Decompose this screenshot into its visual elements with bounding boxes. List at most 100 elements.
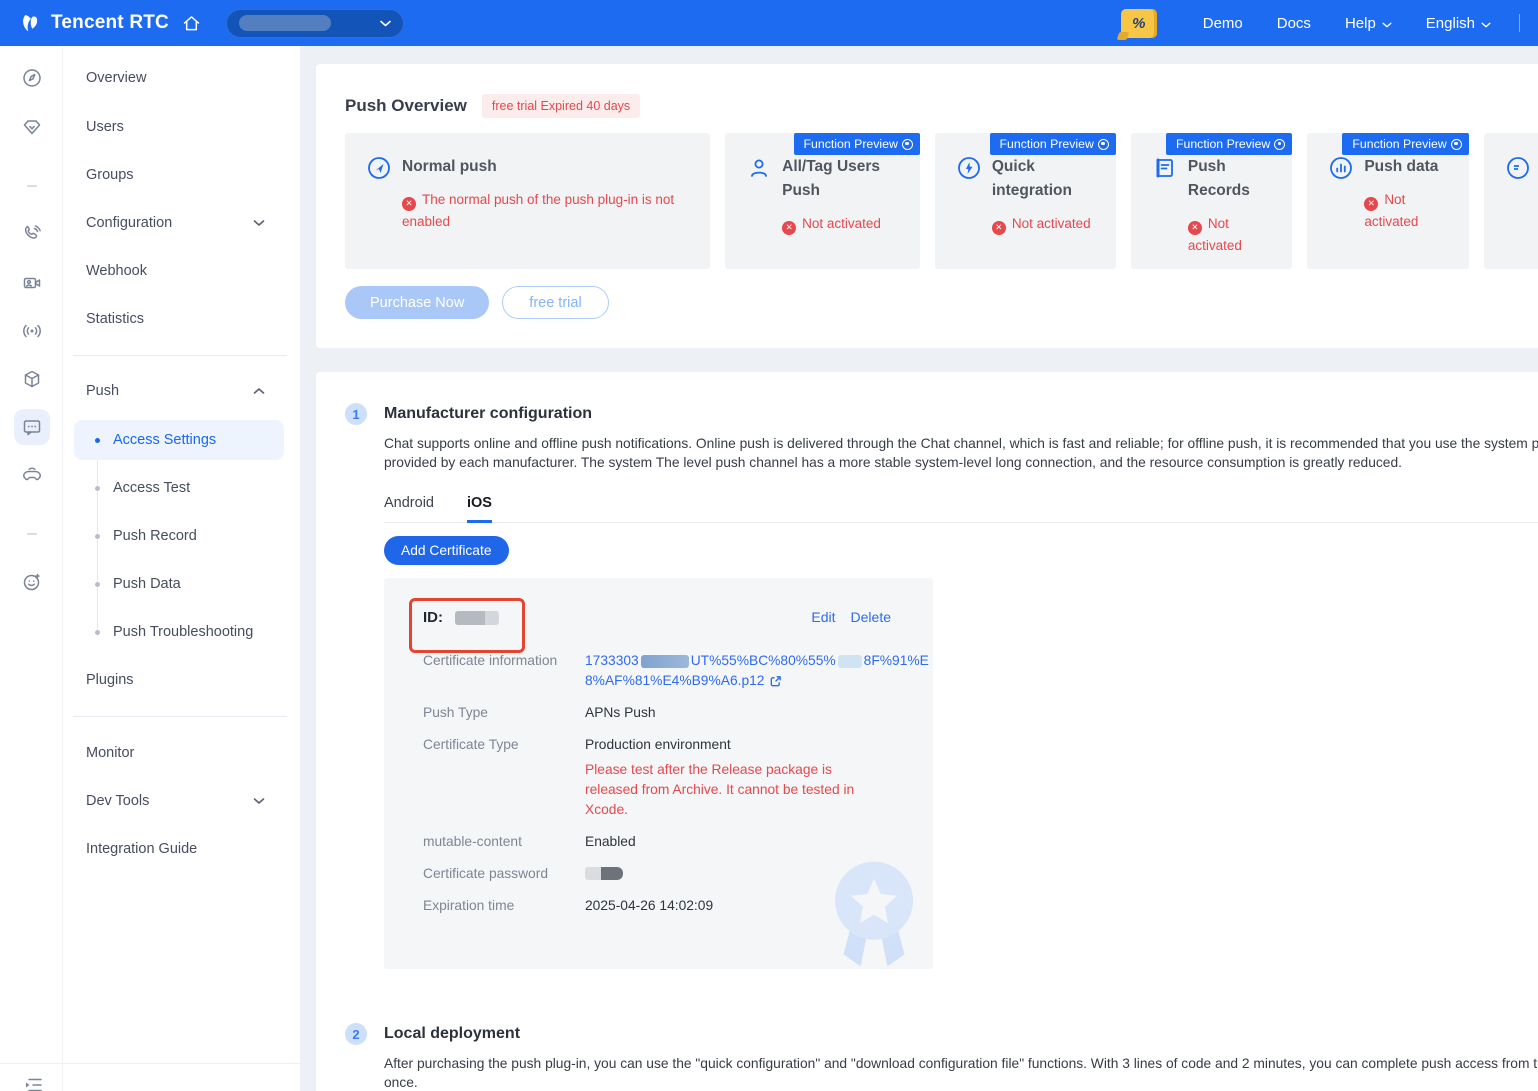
compass-icon[interactable] (19, 65, 45, 91)
sidebar-item-integration-guide[interactable]: Integration Guide (63, 833, 300, 865)
step-number: 1 (345, 403, 367, 425)
link-text: UT%55%BC%80%55% (691, 651, 836, 671)
rail-footer-divider (0, 1063, 300, 1064)
nav-language[interactable]: English (1426, 15, 1491, 32)
smiley-icon[interactable] (19, 569, 45, 595)
records-icon (1153, 156, 1177, 180)
home-icon[interactable] (181, 13, 202, 34)
feature-card-title: All/Tag Users Push (782, 155, 902, 203)
sidebar-item-users[interactable]: Users (63, 111, 300, 143)
description-line: provided by each manufacturer. The syste… (384, 453, 1538, 472)
trial-expired-badge: free trial Expired 40 days (482, 94, 640, 118)
description-line: Chat supports online and offline push no… (384, 434, 1538, 453)
topbar-divider (1519, 14, 1520, 32)
row-label: Expiration time (423, 896, 585, 916)
gem-icon[interactable] (19, 114, 45, 140)
error-icon: ✕ (402, 197, 416, 211)
sidebar-item-label: Overview (86, 70, 146, 86)
sidebar-item-push-troubleshooting[interactable]: Push Troubleshooting (63, 616, 300, 648)
sidebar-item-webhook[interactable]: Webhook (63, 255, 300, 287)
redacted-blur (641, 655, 689, 668)
certificate-file-link[interactable]: 1733303 UT%55%BC%80%55% 8F%91%E 8%AF%81%… (585, 651, 929, 691)
sidebar-item-label: Push Data (113, 576, 181, 592)
nav-help[interactable]: Help (1345, 15, 1392, 32)
rail-divider (27, 185, 37, 187)
bullet-icon (95, 582, 100, 587)
certificate-medal-watermark (813, 847, 935, 969)
error-icon: ✕ (992, 221, 1006, 235)
cube-icon[interactable] (19, 366, 45, 392)
sidebar-item-access-settings[interactable]: Access Settings (63, 424, 300, 456)
row-value: Enabled (585, 832, 636, 852)
gamepad-icon[interactable] (19, 462, 45, 488)
sidebar-item-push-data[interactable]: Push Data (63, 568, 300, 600)
redacted-certificate-id (455, 611, 485, 625)
collapse-sidebar-icon[interactable] (21, 1072, 47, 1091)
sidebar-item-label: Access Settings (113, 432, 216, 448)
feature-card-all-tag-users: Function Preview All/Tag Users Push ✕Not… (725, 133, 920, 269)
nav-docs[interactable]: Docs (1277, 15, 1311, 32)
function-preview-ribbon[interactable]: Function Preview (794, 133, 920, 155)
sidebar-item-push-record[interactable]: Push Record (63, 520, 300, 552)
row-label: Certificate password (423, 864, 585, 884)
live-broadcast-icon[interactable] (19, 318, 45, 344)
sidebar-item-label: Monitor (86, 745, 134, 761)
sidebar-item-access-test[interactable]: Access Test (63, 472, 300, 504)
step-local-deployment: 2 Local deployment After purchasing the … (345, 1023, 1538, 1091)
purchase-now-button[interactable]: Purchase Now (345, 286, 489, 319)
status-text: Not activated (802, 216, 881, 231)
lightning-icon (957, 156, 981, 180)
bullet-icon (95, 486, 100, 491)
chevron-down-icon (253, 215, 265, 231)
sidebar-item-statistics[interactable]: Statistics (63, 303, 300, 335)
ribbon-label: Function Preview (1352, 137, 1446, 151)
tab-android[interactable]: Android (384, 495, 434, 522)
step-manufacturer-configuration: 1 Manufacturer configuration Chat suppor… (345, 403, 1538, 969)
bar-chart-icon (1329, 156, 1353, 180)
chevron-down-icon (380, 14, 391, 32)
sidebar-item-label: Integration Guide (86, 841, 197, 857)
delete-link[interactable]: Delete (851, 609, 891, 625)
discount-coupon-icon[interactable]: % (1121, 9, 1157, 38)
sidebar-item-monitor[interactable]: Monitor (63, 737, 300, 769)
users-icon (747, 156, 771, 180)
normal-push-icon (367, 156, 391, 180)
sidebar-item-plugins[interactable]: Plugins (63, 664, 300, 696)
feature-card-status: ✕Not activated (992, 213, 1098, 235)
sidebar-item-configuration[interactable]: Configuration (63, 207, 300, 239)
tab-ios[interactable]: iOS (467, 495, 492, 523)
nav-demo[interactable]: Demo (1203, 15, 1243, 32)
sidebar-item-overview[interactable]: Overview (63, 62, 300, 94)
edit-link[interactable]: Edit (811, 609, 835, 625)
sidebar-item-dev-tools[interactable]: Dev Tools (63, 785, 300, 817)
function-preview-ribbon[interactable]: Function Preview (1166, 133, 1292, 155)
free-trial-button[interactable]: free trial (502, 286, 608, 319)
feature-card-title: Quick integration (992, 155, 1098, 203)
sidebar-item-groups[interactable]: Groups (63, 159, 300, 191)
sidebar-item-label: Webhook (86, 263, 147, 279)
redacted-app-name (239, 15, 331, 31)
call-icon[interactable] (19, 221, 45, 247)
add-certificate-button[interactable]: Add Certificate (384, 536, 509, 565)
link-text: 8%AF%81%E4%B9%A6.p12 (585, 671, 764, 691)
brand-name: Tencent RTC (51, 12, 169, 34)
sidebar-item-push[interactable]: Push (63, 375, 300, 407)
sidebar-item-label: Groups (86, 167, 134, 183)
function-preview-ribbon[interactable]: Function Preview (1342, 133, 1468, 155)
feature-card-partial (1484, 133, 1538, 269)
push-type-row: Push Type APNs Push (423, 703, 891, 723)
function-preview-ribbon[interactable]: Function Preview (990, 133, 1116, 155)
redacted-password (585, 864, 623, 884)
bullet-icon (95, 438, 100, 443)
row-label: mutable-content (423, 832, 585, 852)
chat-icon-active[interactable] (14, 409, 50, 445)
description-line: once. (384, 1073, 1538, 1091)
app-selector-dropdown[interactable] (226, 9, 404, 38)
video-call-icon[interactable] (19, 270, 45, 296)
nav-language-label: English (1426, 15, 1475, 32)
step-description: After purchasing the push plug-in, you c… (384, 1054, 1538, 1091)
external-link-icon[interactable] (769, 675, 782, 688)
tencent-rtc-logo-icon (18, 11, 43, 36)
sidebar-divider (73, 716, 287, 717)
topbar-nav: Demo Docs Help English (1203, 15, 1491, 32)
